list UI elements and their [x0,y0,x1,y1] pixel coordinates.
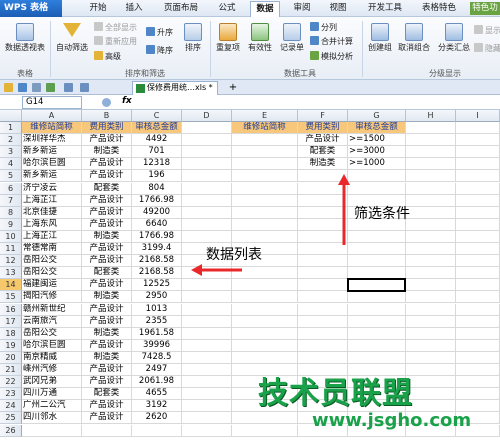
arrow-up-head [338,174,350,185]
filter-criteria-annotation: 筛选条件 [354,206,410,222]
watermark-logo: 技术员联盟 [258,376,413,411]
annotation-arrows [191,174,350,276]
arrow-left-head [191,264,202,276]
watermark-url: www.jsgho.com [312,410,472,431]
data-list-annotation: 数据列表 [206,247,262,263]
